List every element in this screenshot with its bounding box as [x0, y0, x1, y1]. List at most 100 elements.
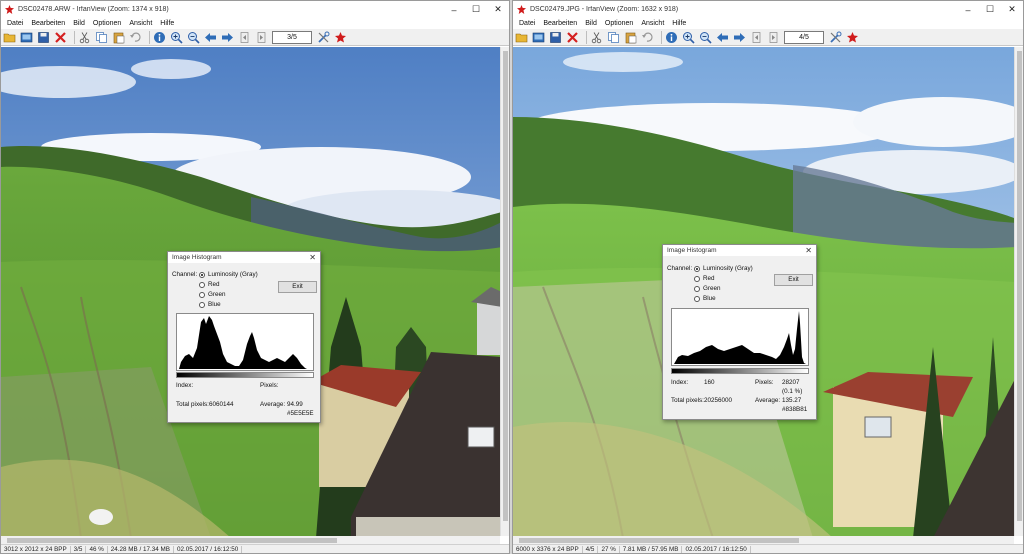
close-icon[interactable]: ✕: [805, 246, 812, 255]
open-folder-icon[interactable]: [3, 31, 16, 44]
status-dimensions: 3012 x 2012 x 24 BPP: [1, 545, 71, 553]
radio-luminosity[interactable]: Luminosity (Gray): [694, 265, 753, 272]
last-page-icon[interactable]: [767, 31, 780, 44]
radio-label: Red: [703, 275, 715, 282]
dialog-title-bar[interactable]: Image Histogram ✕: [168, 252, 320, 263]
exit-button[interactable]: Exit: [278, 281, 317, 293]
menu-datei[interactable]: Datei: [515, 20, 539, 27]
copy-icon[interactable]: [607, 31, 620, 44]
options-tools-icon[interactable]: [317, 31, 330, 44]
radio-red[interactable]: Red: [694, 275, 715, 282]
status-index: 4/5: [583, 545, 599, 553]
luminosity-gradient-bar: [176, 372, 314, 378]
exit-button[interactable]: Exit: [774, 274, 813, 286]
menu-optionen[interactable]: Optionen: [601, 20, 637, 27]
next-arrow-icon[interactable]: [733, 31, 746, 44]
radio-luminosity[interactable]: Luminosity (Gray): [199, 271, 258, 278]
pixels-value: 28207: [782, 379, 800, 386]
radio-blue[interactable]: Blue: [199, 301, 221, 308]
radio-label: Red: [208, 281, 220, 288]
radio-green[interactable]: Green: [694, 285, 721, 292]
minimize-button[interactable]: –: [957, 1, 979, 18]
copy-icon[interactable]: [95, 31, 108, 44]
undo-icon[interactable]: [641, 31, 654, 44]
radio-label: Green: [703, 285, 721, 292]
close-icon[interactable]: ✕: [309, 253, 316, 262]
toolbar-separator: [74, 30, 75, 44]
radio-green[interactable]: Green: [199, 291, 226, 298]
status-bar: 6000 x 3376 x 24 BPP 4/5 27 % 7.81 MB / …: [513, 544, 1023, 553]
radio-red[interactable]: Red: [199, 281, 220, 288]
exit-app-icon[interactable]: [846, 31, 859, 44]
status-filesize: 24.28 MB / 17.34 MB: [108, 545, 174, 553]
page-number-field[interactable]: 4/5: [784, 30, 824, 44]
zoom-in-icon[interactable]: [682, 31, 695, 44]
title-bar[interactable]: DSC02478.ARW - IrfanView (Zoom: 1374 x 9…: [1, 1, 509, 18]
menu-optionen[interactable]: Optionen: [89, 20, 125, 27]
menu-bild[interactable]: Bild: [69, 20, 89, 27]
histogram-plot[interactable]: [671, 308, 809, 366]
slideshow-icon[interactable]: [20, 31, 33, 44]
minimize-button[interactable]: –: [443, 1, 465, 18]
next-arrow-icon[interactable]: [221, 31, 234, 44]
dialog-title-bar[interactable]: Image Histogram ✕: [663, 245, 816, 256]
paste-icon[interactable]: [112, 31, 125, 44]
first-page-icon[interactable]: [238, 31, 251, 44]
menu-bild[interactable]: Bild: [581, 20, 601, 27]
delete-icon[interactable]: [54, 31, 67, 44]
index-label: Index:: [176, 382, 194, 389]
zoom-in-icon[interactable]: [170, 31, 183, 44]
previous-arrow-icon[interactable]: [204, 31, 217, 44]
open-folder-icon[interactable]: [515, 31, 528, 44]
title-bar[interactable]: DSC02479.JPG - IrfanView (Zoom: 1632 x 9…: [513, 1, 1023, 18]
radio-label: Luminosity (Gray): [208, 271, 258, 278]
dialog-title: Image Histogram: [667, 247, 717, 254]
delete-icon[interactable]: [566, 31, 579, 44]
radio-label: Luminosity (Gray): [703, 265, 753, 272]
info-icon[interactable]: [153, 31, 166, 44]
histogram-plot[interactable]: [176, 313, 314, 371]
menu-ansicht[interactable]: Ansicht: [637, 20, 668, 27]
undo-icon[interactable]: [129, 31, 142, 44]
save-icon[interactable]: [37, 31, 50, 44]
cut-icon[interactable]: [590, 31, 603, 44]
radio-dot: [199, 301, 205, 308]
zoom-out-icon[interactable]: [187, 31, 200, 44]
radio-dot: [694, 275, 700, 282]
cut-icon[interactable]: [78, 31, 91, 44]
average-value: 94.99: [287, 401, 303, 408]
page-number-field[interactable]: 3/5: [272, 30, 312, 44]
first-page-icon[interactable]: [750, 31, 763, 44]
maximize-button[interactable]: ☐: [465, 1, 487, 18]
index-value: 160: [704, 379, 715, 386]
menu-bearbeiten[interactable]: Bearbeiten: [539, 20, 581, 27]
radio-dot: [199, 291, 205, 298]
close-button[interactable]: ✕: [1001, 1, 1023, 18]
options-tools-icon[interactable]: [829, 31, 842, 44]
zoom-out-icon[interactable]: [699, 31, 712, 44]
exit-app-icon[interactable]: [334, 31, 347, 44]
menu-ansicht[interactable]: Ansicht: [125, 20, 156, 27]
total-pixels-value: 6060144: [209, 401, 234, 408]
menu-hilfe[interactable]: Hilfe: [156, 20, 178, 27]
last-page-icon[interactable]: [255, 31, 268, 44]
dialog-body: Channel: Luminosity (Gray) Red Green Blu…: [663, 256, 816, 419]
menu-bearbeiten[interactable]: Bearbeiten: [27, 20, 69, 27]
histogram-dialog: Image Histogram ✕ Channel: Luminosity (G…: [167, 251, 321, 423]
slideshow-icon[interactable]: [532, 31, 545, 44]
vertical-scrollbar[interactable]: [1014, 47, 1023, 536]
info-icon[interactable]: [665, 31, 678, 44]
previous-arrow-icon[interactable]: [716, 31, 729, 44]
radio-label: Green: [208, 291, 226, 298]
radio-blue[interactable]: Blue: [694, 295, 716, 302]
menu-hilfe[interactable]: Hilfe: [668, 20, 690, 27]
status-dimensions: 6000 x 3376 x 24 BPP: [513, 545, 583, 553]
save-icon[interactable]: [549, 31, 562, 44]
menu-datei[interactable]: Datei: [3, 20, 27, 27]
menu-bar: Datei Bearbeiten Bild Optionen Ansicht H…: [1, 18, 509, 29]
radio-dot: [694, 265, 700, 272]
vertical-scrollbar[interactable]: [500, 47, 509, 536]
maximize-button[interactable]: ☐: [979, 1, 1001, 18]
paste-icon[interactable]: [624, 31, 637, 44]
close-button[interactable]: ✕: [487, 1, 509, 18]
